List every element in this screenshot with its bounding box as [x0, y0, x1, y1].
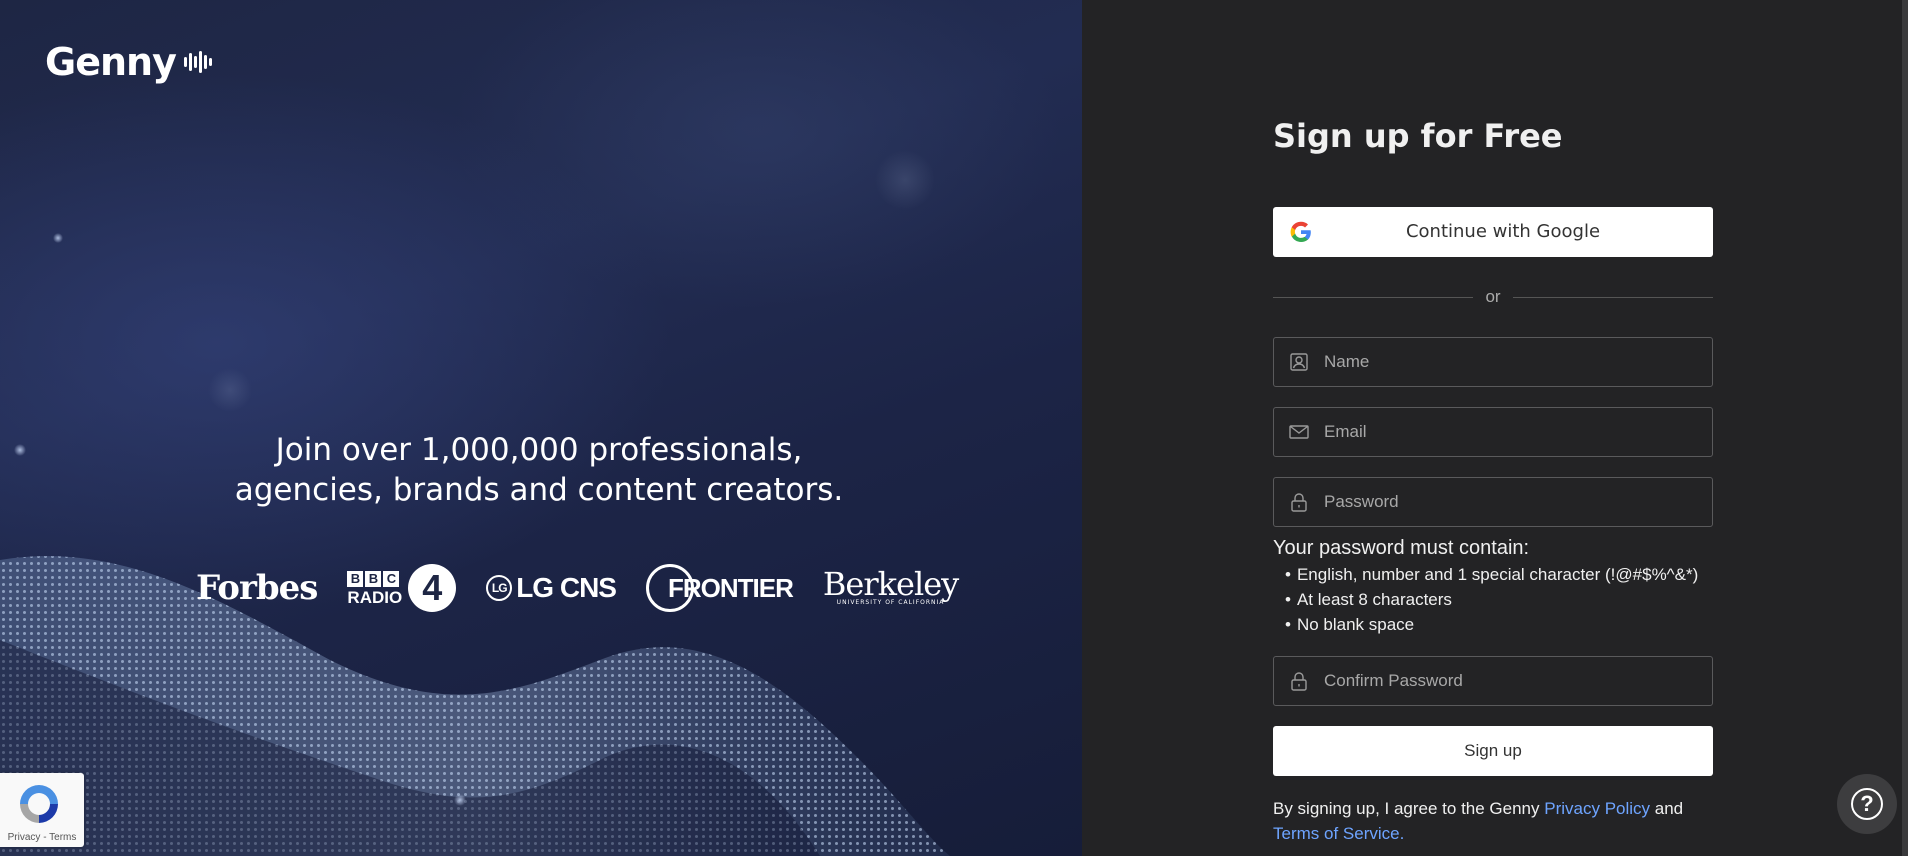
- lock-icon: [1291, 493, 1307, 512]
- google-button-label: Continue with Google: [1405, 221, 1601, 242]
- bbc-box-b1: B: [347, 570, 364, 587]
- logo-wordmark: Genny: [45, 40, 177, 84]
- terms-prefix: By signing up, I agree to the Genny: [1273, 799, 1545, 818]
- frontier-text: FRONTIER: [667, 572, 794, 603]
- recaptcha-badge[interactable]: Privacy - Terms: [0, 773, 84, 847]
- user-icon: [1290, 353, 1308, 371]
- password-rules-title: Your password must contain:: [1273, 537, 1530, 559]
- sign-up-button[interactable]: Sign up: [1273, 726, 1713, 776]
- lg-cns-text: LG CNS: [516, 572, 617, 603]
- password-input[interactable]: [1324, 478, 1702, 526]
- lg-emblem-icon: LG: [486, 575, 513, 601]
- genny-logo[interactable]: Genny: [45, 40, 212, 84]
- envelope-icon: [1289, 425, 1309, 439]
- confirm-password-input[interactable]: [1324, 657, 1702, 705]
- tagline-line-2: agencies, brands and content creators.: [234, 472, 844, 508]
- terms-notice: By signing up, I agree to the Genny Priv…: [1273, 796, 1713, 846]
- lg-cns-logo: LG LG CNS: [486, 572, 617, 604]
- berkeley-logo: Berkeley UNIVERSITY OF CALIFORNIA: [822, 565, 959, 607]
- bbc-box-c: C: [383, 570, 400, 587]
- bbc-radio-text: RADIO: [347, 587, 403, 607]
- terms-of-service-link[interactable]: Terms of Service.: [1273, 824, 1404, 843]
- or-divider: or: [1273, 287, 1713, 307]
- password-rules-list: English, number and 1 special character …: [1285, 562, 1733, 637]
- email-field[interactable]: [1273, 407, 1713, 457]
- bbc-number-badge: 4: [408, 564, 457, 612]
- recaptcha-links[interactable]: Privacy - Terms: [0, 832, 84, 843]
- hero-panel: Genny Join over 1,000,000 professionals,…: [0, 0, 1082, 856]
- password-field[interactable]: [1273, 477, 1713, 527]
- help-button[interactable]: ?: [1837, 774, 1897, 834]
- tagline-line-1: Join over 1,000,000 professionals,: [275, 432, 803, 468]
- name-input[interactable]: [1324, 338, 1702, 386]
- partner-logos: Forbes B B C RADIO 4 LG LG CNS FRONTIER …: [196, 564, 959, 612]
- password-requirements: Your password must contain: English, num…: [1273, 535, 1733, 637]
- terms-middle: and: [1650, 799, 1684, 818]
- password-rule: No blank space: [1285, 612, 1733, 637]
- frontier-logo: FRONTIER: [645, 564, 794, 612]
- divider-line-right: [1513, 297, 1713, 298]
- question-mark-icon: ?: [1851, 788, 1883, 820]
- window-edge: [1902, 0, 1908, 856]
- hero-tagline: Join over 1,000,000 professionals, agenc…: [0, 430, 1078, 510]
- confirm-password-field[interactable]: [1273, 656, 1713, 706]
- password-rule: English, number and 1 special character …: [1285, 562, 1733, 587]
- password-rule: At least 8 characters: [1285, 587, 1733, 612]
- email-input[interactable]: [1324, 408, 1702, 456]
- berkeley-text: Berkeley: [822, 565, 959, 603]
- google-icon: [1290, 221, 1311, 242]
- berkeley-subtext: UNIVERSITY OF CALIFORNIA: [836, 599, 945, 606]
- privacy-policy-link[interactable]: Privacy Policy: [1544, 799, 1650, 818]
- page-title: Sign up for Free: [1273, 117, 1563, 155]
- particle-wave-background: [0, 150, 950, 856]
- lock-icon: [1291, 672, 1307, 691]
- bbc-radio-4-logo: B B C RADIO 4: [347, 564, 457, 612]
- forbes-logo: Forbes: [196, 568, 318, 608]
- soundwave-icon: [183, 50, 212, 74]
- bbc-box-b2: B: [365, 570, 382, 587]
- name-field[interactable]: [1273, 337, 1713, 387]
- recaptcha-icon: [20, 785, 58, 823]
- continue-with-google-button[interactable]: Continue with Google: [1273, 207, 1713, 257]
